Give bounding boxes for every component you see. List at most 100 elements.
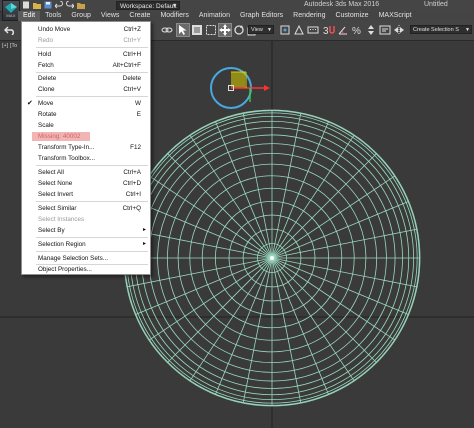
select-and-link-button[interactable] [160,23,174,37]
menu-item-delete[interactable]: Delete Delete [22,73,150,84]
menu-item-select-none[interactable]: Select None Ctrl+D [22,178,150,189]
file-title: Untitled [424,1,448,8]
submenu-arrow-icon: ▸ [142,227,146,233]
menu-animation[interactable]: Animation [194,11,235,21]
keyboard-shortcut-override-button[interactable] [306,23,320,37]
undo-icon[interactable] [54,0,63,9]
menu-group[interactable]: Group [66,11,95,21]
menu-item-missing-40002[interactable]: Missing: 40002 [22,131,150,142]
menu-item-rotate[interactable]: Rotate E [22,109,150,120]
wireframe-spoke [271,257,409,316]
svg-text:%: % [352,26,361,36]
menu-item-undo-move[interactable]: Undo Move Ctrl+Z [22,24,150,35]
select-by-name-button[interactable] [190,23,204,37]
menu-item-object-properties[interactable]: Object Properties... [22,264,150,275]
gizmo-x-arrow-icon [264,85,270,91]
menu-maxscript[interactable]: MAXScript [374,11,417,21]
named-selection-icon [379,25,391,35]
angle-snap-icon [338,26,347,35]
workspace-select[interactable]: Workspace: Default ▼ [116,1,180,10]
reference-coordinate-value: View [251,27,263,33]
chain-link-icon [161,27,173,33]
menu-bar: Edit Tools Group Views Create Modifiers … [18,11,474,21]
sphere-wireframe[interactable] [123,109,421,407]
menu-item-transform-toolbox[interactable]: Transform Toolbox... [22,153,150,164]
wireframe-spoke [167,153,273,259]
wireframe-spoke [271,200,409,259]
select-and-rotate-button[interactable] [232,23,246,37]
chevron-down-icon: ▼ [267,27,272,33]
spinner-snap-button[interactable] [364,23,378,37]
undo-arrow-icon [4,26,14,35]
named-selection-sets-value: Create Selection S [413,27,459,33]
snap-3-icon: 3 [323,26,335,36]
app-title: Autodesk 3ds Max 2016 [304,1,380,8]
menu-item-transform-type-in[interactable]: Transform Type-In... F12 [22,142,150,153]
edit-named-selection-button[interactable] [378,23,392,37]
menu-item-clone[interactable]: Clone Ctrl+V [22,84,150,95]
menu-item-move[interactable]: ✔ Move W [22,98,150,109]
angle-snap-button[interactable] [336,23,350,37]
undo-button[interactable] [3,23,17,37]
menu-item-select-by[interactable]: Select By ▸ [22,225,150,236]
menu-item-manage-selection-sets[interactable]: Manage Selection Sets... [22,253,150,264]
wireframe-spoke [271,121,330,259]
menu-item-hold[interactable]: Hold Ctrl+H [22,49,150,60]
wireframe-spoke [271,153,377,259]
rotate-icon [234,25,244,35]
menu-item-select-instances: Select Instances [38,216,85,223]
edit-menu-dropdown: Undo Move Ctrl+Z Redo Ctrl+Y Hold Ctrl+H… [21,21,151,275]
workspace-select-label: Workspace: Default [120,3,177,10]
menu-separator [36,251,148,252]
snaps-toggle-button[interactable]: 3 [322,23,336,37]
wireframe-spoke [167,257,273,363]
app-logo-icon [5,3,17,13]
redo-icon[interactable] [66,0,75,9]
new-file-icon[interactable] [22,1,30,9]
pivot-center-button[interactable] [278,23,292,37]
rect-region-button[interactable] [204,23,218,37]
svg-text:3: 3 [323,26,329,36]
select-object-button[interactable] [176,23,190,37]
reference-coordinate-select[interactable]: View ▼ [248,25,274,34]
menu-item-redo: Redo Ctrl+Y [38,37,141,44]
menu-separator [36,237,148,238]
menu-item-fetch[interactable]: Fetch Alt+Ctrl+F [22,60,150,71]
mirror-icon [394,25,404,35]
wireframe-spoke [135,200,273,259]
save-file-icon[interactable] [44,1,52,9]
manipulate-icon [294,24,304,35]
named-selection-sets-select[interactable]: Create Selection S ▼ [410,25,472,34]
wireframe-spoke [135,257,273,316]
menu-tools[interactable]: Tools [40,11,66,21]
menu-modifiers[interactable]: Modifiers [155,11,193,21]
quick-access-toolbar [22,0,85,10]
menu-item-select-all[interactable]: Select All Ctrl+A [22,167,150,178]
project-folder-icon[interactable] [77,1,85,9]
menu-item-selection-region[interactable]: Selection Region ▸ [22,239,150,250]
keyboard-icon [307,26,319,34]
checkmark-icon: ✔ [27,100,33,107]
select-manipulate-button[interactable] [292,23,306,37]
menu-item-scale[interactable]: Scale [22,120,150,131]
sphere-pole-point [270,256,274,260]
menu-graph-editors[interactable]: Graph Editors [235,11,288,21]
menu-edit[interactable]: Edit [18,11,41,21]
submenu-arrow-icon: ▸ [142,241,146,247]
list-icon [192,25,202,35]
menu-rendering[interactable]: Rendering [288,11,330,21]
menu-create[interactable]: Create [124,11,155,21]
mirror-button[interactable] [392,23,406,37]
menu-item-select-similar[interactable]: Select Similar Ctrl+Q [22,203,150,214]
move-gizmo[interactable] [210,67,270,109]
menu-separator [36,96,148,97]
menu-customize[interactable]: Customize [330,11,373,21]
menu-views[interactable]: Views [96,11,125,21]
select-and-move-button[interactable] [218,23,232,37]
percent-snap-button[interactable]: % [350,23,364,37]
cursor-icon [179,25,187,35]
menu-item-select-invert[interactable]: Select Invert Ctrl+I [22,189,150,200]
spinner-icon [368,25,374,35]
move-arrows-icon [219,24,231,36]
open-file-icon[interactable] [33,1,41,9]
